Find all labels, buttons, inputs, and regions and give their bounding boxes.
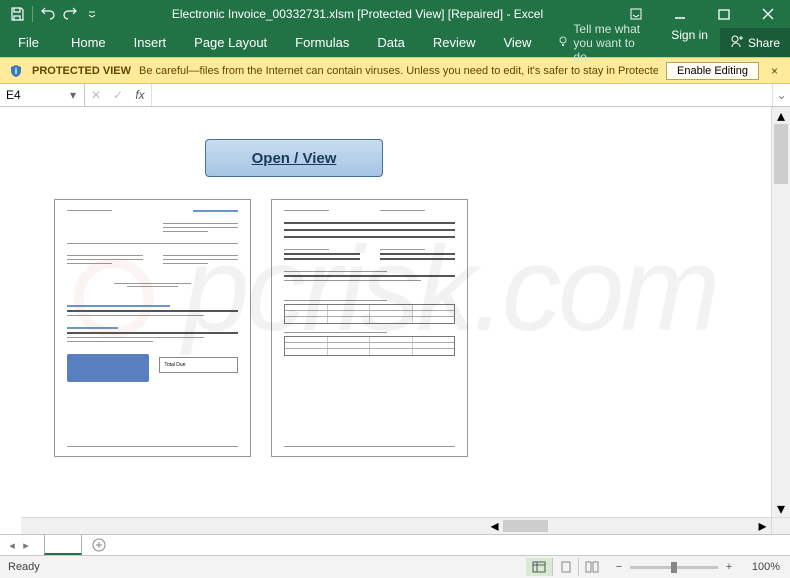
name-box-value: E4 bbox=[6, 88, 68, 102]
sign-in-link[interactable]: Sign in bbox=[659, 28, 720, 57]
redo-icon[interactable] bbox=[61, 5, 79, 23]
tab-nav-buttons[interactable]: ◂ ▸ bbox=[0, 539, 38, 552]
view-buttons bbox=[526, 558, 604, 576]
ribbon-tabs: File Home Insert Page Layout Formulas Da… bbox=[0, 28, 790, 57]
chevron-down-icon[interactable]: ▾ bbox=[68, 88, 78, 102]
zoom-controls: − + 100% bbox=[612, 561, 782, 573]
insert-function-button[interactable]: fx bbox=[129, 88, 151, 102]
tab-file[interactable]: File bbox=[0, 28, 57, 57]
scroll-up-icon[interactable]: ▴ bbox=[772, 107, 790, 124]
tab-insert[interactable]: Insert bbox=[120, 28, 181, 57]
tab-view[interactable]: View bbox=[489, 28, 545, 57]
close-button[interactable] bbox=[746, 0, 790, 28]
document-thumbnail-1: Total Due bbox=[54, 199, 251, 457]
horizontal-scrollbar-row: ◂ ▸ bbox=[21, 517, 771, 534]
h-scroll-thumb[interactable] bbox=[503, 520, 548, 532]
qat-separator bbox=[32, 6, 33, 22]
scroll-left-icon[interactable]: ◂ bbox=[486, 518, 503, 534]
doc1-total-label: Total Due bbox=[164, 362, 185, 368]
share-button[interactable]: Share bbox=[720, 28, 790, 57]
enable-editing-button[interactable]: Enable Editing bbox=[666, 62, 759, 80]
v-scroll-thumb[interactable] bbox=[774, 124, 788, 184]
close-bar-icon[interactable]: × bbox=[767, 64, 782, 78]
formula-input[interactable] bbox=[152, 84, 772, 106]
scroll-down-icon[interactable]: ▾ bbox=[772, 500, 790, 517]
protected-view-message: Be careful—files from the Internet can c… bbox=[139, 65, 658, 77]
cancel-formula-icon: ✕ bbox=[85, 88, 107, 102]
document-thumbnail-2 bbox=[271, 199, 468, 457]
title-bar: Electronic Invoice_00332731.xlsm [Protec… bbox=[0, 0, 790, 28]
v-scroll-track[interactable] bbox=[772, 124, 790, 500]
svg-text:i: i bbox=[15, 66, 18, 76]
tell-me-search[interactable]: Tell me what you want to do... bbox=[545, 28, 659, 57]
save-icon[interactable] bbox=[8, 5, 26, 23]
minimize-button[interactable] bbox=[658, 0, 702, 28]
tell-me-placeholder: Tell me what you want to do... bbox=[573, 22, 659, 64]
view-page-layout-icon[interactable] bbox=[552, 558, 578, 576]
zoom-value[interactable]: 100% bbox=[740, 561, 782, 573]
expand-formula-bar-icon[interactable]: ⌄ bbox=[772, 84, 790, 106]
undo-icon[interactable] bbox=[39, 5, 57, 23]
qat-customize-icon[interactable] bbox=[83, 5, 101, 23]
tab-data[interactable]: Data bbox=[363, 28, 418, 57]
zoom-slider[interactable] bbox=[630, 566, 718, 569]
tab-formulas[interactable]: Formulas bbox=[281, 28, 363, 57]
tab-home[interactable]: Home bbox=[57, 28, 120, 57]
h-scroll-track[interactable] bbox=[503, 518, 754, 534]
open-view-label: Open / View bbox=[252, 150, 337, 167]
tab-page-layout[interactable]: Page Layout bbox=[180, 28, 281, 57]
scroll-corner bbox=[771, 517, 790, 534]
share-label: Share bbox=[748, 36, 780, 50]
scroll-right-icon[interactable]: ▸ bbox=[754, 518, 771, 534]
sheet-tab-strip: ◂ ▸ bbox=[0, 534, 790, 555]
formula-bar: E4 ▾ ✕ ✓ fx ⌄ bbox=[0, 84, 790, 107]
view-page-break-icon[interactable] bbox=[578, 558, 604, 576]
tab-nav-next-icon[interactable]: ▸ bbox=[20, 539, 32, 552]
window-title: Electronic Invoice_00332731.xlsm [Protec… bbox=[101, 7, 614, 21]
zoom-in-button[interactable]: + bbox=[722, 561, 736, 573]
enter-formula-icon: ✓ bbox=[107, 88, 129, 102]
zoom-slider-thumb[interactable] bbox=[671, 562, 677, 573]
new-sheet-button[interactable] bbox=[88, 535, 110, 555]
maximize-button[interactable] bbox=[702, 0, 746, 28]
lightbulb-icon bbox=[557, 35, 569, 50]
view-normal-icon[interactable] bbox=[526, 558, 552, 576]
status-ready: Ready bbox=[8, 561, 526, 573]
shield-icon: i bbox=[8, 63, 24, 79]
worksheet-area: Open / View Total Due bbox=[0, 107, 790, 534]
sheet-tab-active[interactable] bbox=[44, 535, 82, 555]
name-box[interactable]: E4 ▾ bbox=[0, 84, 85, 106]
quick-access-toolbar bbox=[0, 5, 101, 23]
sheet-canvas[interactable]: Open / View Total Due bbox=[21, 107, 771, 517]
tab-review[interactable]: Review bbox=[419, 28, 490, 57]
vertical-scrollbar[interactable]: ▴ ▾ bbox=[771, 107, 790, 517]
protected-view-bar: i PROTECTED VIEW Be careful—files from t… bbox=[0, 57, 790, 84]
left-gutter bbox=[0, 107, 21, 517]
protected-view-title: PROTECTED VIEW bbox=[32, 65, 131, 77]
zoom-out-button[interactable]: − bbox=[612, 561, 626, 573]
status-bar: Ready − + 100% bbox=[0, 555, 790, 578]
tab-nav-prev-icon[interactable]: ◂ bbox=[6, 539, 18, 552]
share-icon bbox=[730, 34, 744, 51]
open-view-button[interactable]: Open / View bbox=[205, 139, 383, 177]
